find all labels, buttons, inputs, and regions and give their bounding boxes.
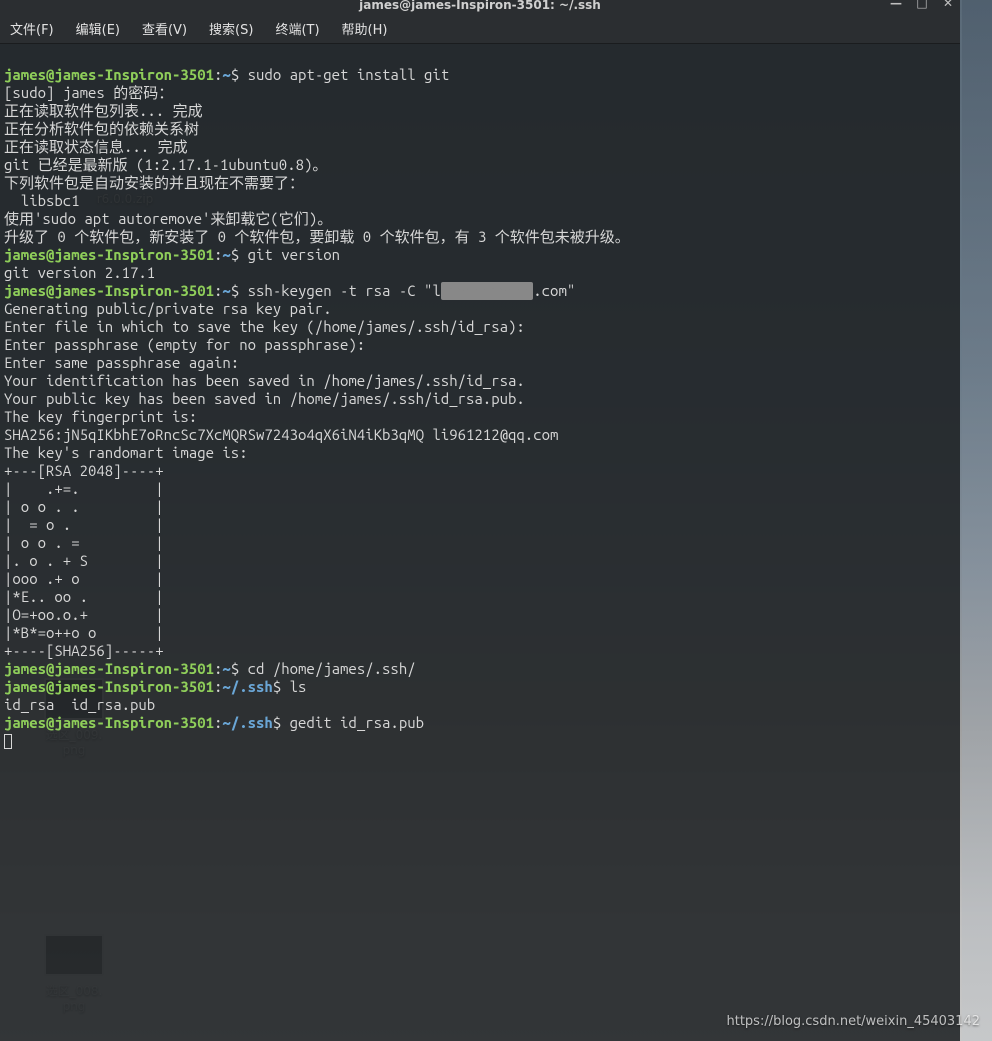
output-line: id_rsa id_rsa.pub [4,696,155,713]
menu-search[interactable]: 搜索(S) [205,17,257,40]
output-line: Enter same passphrase again: [4,354,239,371]
redacted-email: xxxxxxxxxxx [441,282,533,300]
maximize-button[interactable]: □ [914,0,930,10]
randomart-line: |*B*=o++o o | [4,624,164,641]
terminal-output: james@james-Inspiron-3501:~$ sudo apt-ge… [4,48,956,768]
output-line: libsbc1 [4,192,80,209]
window-title: james@james-Inspiron-3501: ~/.ssh [359,0,601,12]
prompt-userhost: james@james-Inspiron-3501 [4,246,214,263]
output-line: SHA256:jN5qIKbhE7oRncSc7XcMQRSw7243o4qX6… [4,426,558,443]
prompt-symbol: $ [273,714,281,731]
randomart-line: |*E.. oo . | [4,588,164,605]
prompt-path: ~ [222,660,230,677]
watermark: https://blog.csdn.net/weixin_45403142 [726,1014,980,1029]
menubar: 文件(F) 编辑(E) 查看(V) 搜索(S) 终端(T) 帮助(H) [0,14,960,44]
terminal-window: james@james-Inspiron-3501: ~/.ssh — □ ✕ … [0,0,960,1041]
randomart-line: |ooo .+ o | [4,570,164,587]
menu-file[interactable]: 文件(F) [6,17,58,40]
randomart-line: |O=+oo.o.+ | [4,606,164,623]
prompt-path: ~/.ssh [222,678,272,695]
output-line: git 已经是最新版 (1:2.17.1-1ubuntu0.8)。 [4,156,327,173]
prompt-symbol: $ [231,246,239,263]
output-line: 升级了 0 个软件包，新安装了 0 个软件包，要卸载 0 个软件包，有 3 个软… [4,228,630,245]
output-line: 下列软件包是自动安装的并且现在不需要了： [4,174,304,191]
prompt-path: ~ [222,66,230,83]
command-text: cd /home/james/.ssh/ [239,660,415,677]
menu-terminal[interactable]: 终端(T) [271,17,323,40]
prompt-userhost: james@james-Inspiron-3501 [4,66,214,83]
command-text: gedit id_rsa.pub [281,714,424,731]
randomart-line: |. o . + S | [4,552,164,569]
output-line: 正在分析软件包的依赖关系树 [4,120,199,137]
prompt-userhost: james@james-Inspiron-3501 [4,282,214,299]
prompt-userhost: james@james-Inspiron-3501 [4,714,214,731]
output-line: [sudo] james 的密码： [4,84,173,101]
prompt-symbol: $ [273,678,281,695]
randomart-line: | .+=. | [4,480,164,497]
command-text: ls [281,678,306,695]
prompt-symbol: $ [231,660,239,677]
output-line: The key fingerprint is: [4,408,197,425]
randomart-line: +----[SHA256]-----+ [4,642,164,659]
menu-edit[interactable]: 编辑(E) [72,17,124,40]
command-text: git version [239,246,340,263]
command-text: sudo apt-get install git [239,66,449,83]
output-line: git version 2.17.1 [4,264,155,281]
output-line: Generating public/private rsa key pair. [4,300,332,317]
titlebar[interactable]: james@james-Inspiron-3501: ~/.ssh — □ ✕ [0,0,960,14]
minimize-button[interactable]: — [888,0,904,10]
terminal-cursor [4,734,12,749]
prompt-userhost: james@james-Inspiron-3501 [4,678,214,695]
output-line: 正在读取状态信息... 完成 [4,138,188,155]
output-line: 使用'sudo apt autoremove'来卸载它(它们)。 [4,210,332,227]
prompt-path: ~/.ssh [222,714,272,731]
output-line: Your identification has been saved in /h… [4,372,525,389]
output-line: 正在读取软件包列表... 完成 [4,102,203,119]
randomart-line: | o o . . | [4,498,164,515]
terminal-area[interactable]: james@james-Inspiron-3501:~$ sudo apt-ge… [0,44,960,1041]
prompt-userhost: james@james-Inspiron-3501 [4,660,214,677]
menu-help[interactable]: 帮助(H) [338,17,392,40]
randomart-line: | = o . | [4,516,164,533]
command-text: .com" [533,282,575,299]
randomart-line: | o o . = | [4,534,164,551]
desktop-sidebar [962,0,992,1041]
command-text: ssh-keygen -t rsa -C "l [239,282,441,299]
output-line: Enter file in which to save the key (/ho… [4,318,525,335]
prompt-symbol: $ [231,66,239,83]
output-line: Your public key has been saved in /home/… [4,390,525,407]
window-controls: — □ ✕ [888,0,956,10]
close-button[interactable]: ✕ [940,0,956,10]
output-line: The key's randomart image is: [4,444,248,461]
output-line: Enter passphrase (empty for no passphras… [4,336,365,353]
prompt-path: ~ [222,282,230,299]
randomart-line: +---[RSA 2048]----+ [4,462,164,479]
prompt-path: ~ [222,246,230,263]
menu-view[interactable]: 查看(V) [138,17,191,40]
prompt-symbol: $ [231,282,239,299]
